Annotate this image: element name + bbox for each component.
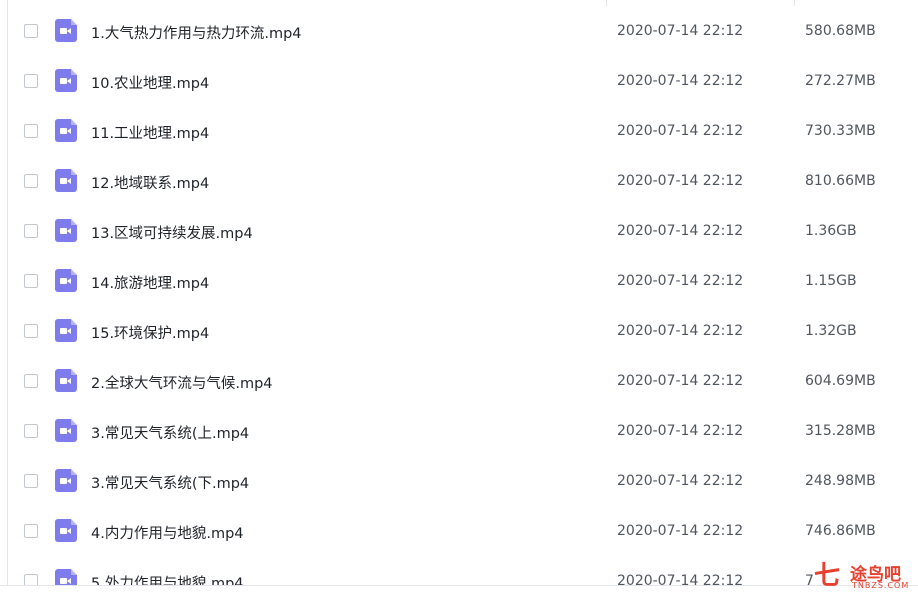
file-name[interactable]: 11.工业地理.mp4 (91, 122, 209, 143)
file-row[interactable]: 12.地域联系.mp4 2020-07-14 22:12 810.66MB (8, 157, 918, 207)
video-file-icon (55, 519, 77, 542)
file-row[interactable]: 13.区域可持续发展.mp4 2020-07-14 22:12 1.36GB (8, 207, 918, 257)
file-date: 2020-07-14 22:12 (617, 423, 744, 439)
file-size: 315.28MB (805, 423, 876, 439)
file-row[interactable]: 4.内力作用与地貌.mp4 2020-07-14 22:12 746.86MB (8, 507, 918, 557)
file-size: 1.36GB (805, 223, 857, 239)
file-name[interactable]: 13.区域可持续发展.mp4 (91, 222, 253, 243)
watermark-subtext: TNBZS.COM (852, 581, 910, 590)
column-divider (794, 0, 795, 6)
video-file-icon (55, 569, 77, 585)
file-size: 604.69MB (805, 373, 876, 389)
row-checkbox[interactable] (24, 324, 38, 338)
file-date: 2020-07-14 22:12 (617, 373, 744, 389)
file-size: 730.33MB (805, 123, 876, 139)
video-file-icon (55, 369, 77, 392)
file-name[interactable]: 15.环境保护.mp4 (91, 322, 209, 343)
row-checkbox[interactable] (24, 574, 38, 585)
video-file-icon (55, 469, 77, 492)
file-row[interactable]: 15.环境保护.mp4 2020-07-14 22:12 1.32GB (8, 307, 918, 357)
row-checkbox[interactable] (24, 24, 38, 38)
file-size: 272.27MB (805, 73, 876, 89)
file-row[interactable]: 11.工业地理.mp4 2020-07-14 22:12 730.33MB (8, 107, 918, 157)
file-name[interactable]: 14.旅游地理.mp4 (91, 272, 209, 293)
video-file-icon (55, 19, 77, 42)
file-row[interactable]: 3.常见天气系统(上.mp4 2020-07-14 22:12 315.28MB (8, 407, 918, 457)
file-name[interactable]: 3.常见天气系统(下.mp4 (91, 472, 249, 493)
file-date: 2020-07-14 22:12 (617, 123, 744, 139)
list-bottom-border (0, 585, 918, 586)
video-file-icon (55, 269, 77, 292)
file-name[interactable]: 5.外力作用与地貌.mp4 (91, 572, 244, 585)
file-name[interactable]: 1.大气热力作用与热力环流.mp4 (91, 22, 302, 43)
video-file-icon (55, 119, 77, 142)
watermark-logo-mark: 七 (814, 561, 841, 591)
file-name[interactable]: 3.常见天气系统(上.mp4 (91, 422, 249, 443)
file-date: 2020-07-14 22:12 (617, 223, 744, 239)
row-checkbox[interactable] (24, 374, 38, 388)
video-file-icon (55, 69, 77, 92)
file-size: 1.15GB (805, 273, 857, 289)
file-date: 2020-07-14 22:12 (617, 273, 744, 289)
file-row[interactable]: 14.旅游地理.mp4 2020-07-14 22:12 1.15GB (8, 257, 918, 307)
file-size: 580.68MB (805, 23, 876, 39)
row-checkbox[interactable] (24, 524, 38, 538)
column-divider (606, 0, 607, 6)
row-checkbox[interactable] (24, 224, 38, 238)
row-checkbox[interactable] (24, 124, 38, 138)
file-name[interactable]: 12.地域联系.mp4 (91, 172, 209, 193)
file-date: 2020-07-14 22:12 (617, 73, 744, 89)
watermark-logo: 七 途鸟吧 TNBZS.COM (812, 557, 916, 595)
file-name[interactable]: 4.内力作用与地貌.mp4 (91, 522, 244, 543)
video-file-icon (55, 419, 77, 442)
file-name[interactable]: 10.农业地理.mp4 (91, 72, 209, 93)
video-file-icon (55, 219, 77, 242)
file-size: 1.32GB (805, 323, 857, 339)
file-row[interactable]: 10.农业地理.mp4 2020-07-14 22:12 272.27MB (8, 57, 918, 107)
row-checkbox[interactable] (24, 74, 38, 88)
file-date: 2020-07-14 22:12 (617, 473, 744, 489)
file-row[interactable]: 2.全球大气环流与气候.mp4 2020-07-14 22:12 604.69MB (8, 357, 918, 407)
file-date: 2020-07-14 22:12 (617, 323, 744, 339)
row-checkbox[interactable] (24, 174, 38, 188)
file-row[interactable]: 3.常见天气系统(下.mp4 2020-07-14 22:12 248.98MB (8, 457, 918, 507)
file-size: 746.86MB (805, 523, 876, 539)
file-date: 2020-07-14 22:12 (617, 573, 744, 585)
file-list: 1.大气热力作用与热力环流.mp4 2020-07-14 22:12 580.68M… (7, 0, 918, 585)
file-date: 2020-07-14 22:12 (617, 173, 744, 189)
file-row[interactable]: 1.大气热力作用与热力环流.mp4 2020-07-14 22:12 580.68M… (8, 7, 918, 57)
file-date: 2020-07-14 22:12 (617, 523, 744, 539)
file-row[interactable]: 5.外力作用与地貌.mp4 2020-07-14 22:12 7 (8, 557, 918, 585)
file-date: 2020-07-14 22:12 (617, 23, 744, 39)
file-size: 248.98MB (805, 473, 876, 489)
row-checkbox[interactable] (24, 424, 38, 438)
video-file-icon (55, 169, 77, 192)
row-checkbox[interactable] (24, 474, 38, 488)
row-checkbox[interactable] (24, 274, 38, 288)
file-name[interactable]: 2.全球大气环流与气候.mp4 (91, 372, 273, 393)
video-file-icon (55, 319, 77, 342)
file-size: 810.66MB (805, 173, 876, 189)
